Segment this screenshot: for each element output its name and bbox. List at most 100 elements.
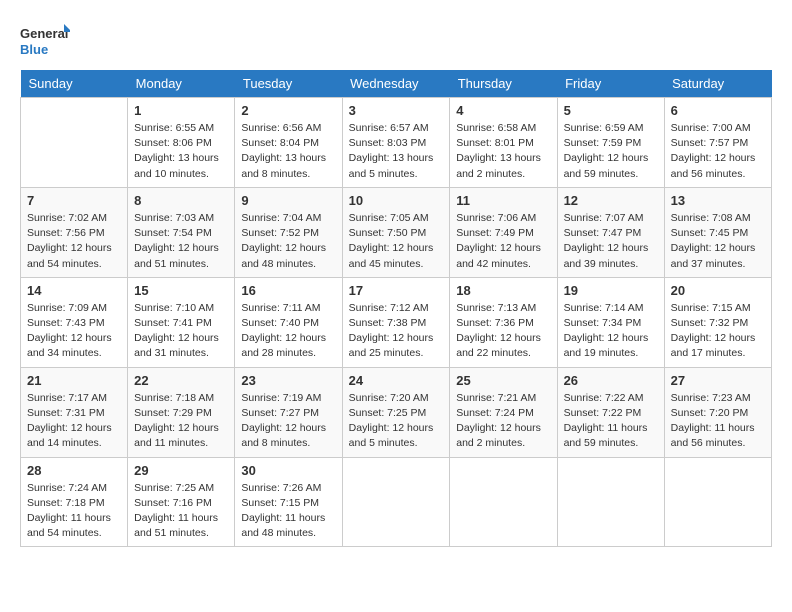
day-cell: 18 Sunrise: 7:13 AMSunset: 7:36 PMDayligh…	[450, 277, 557, 367]
day-info: Sunrise: 7:07 AMSunset: 7:47 PMDaylight:…	[564, 211, 658, 272]
day-cell: 15Sunrise: 7:10 AMSunset: 7:41 PMDayligh…	[128, 277, 235, 367]
col-header-thursday: Thursday	[450, 70, 557, 98]
day-cell	[21, 98, 128, 188]
day-info: Sunrise: 6:59 AMSunset: 7:59 PMDaylight:…	[564, 121, 658, 182]
day-cell: 6 Sunrise: 7:00 AMSunset: 7:57 PMDaylight…	[664, 98, 771, 188]
day-cell: 17Sunrise: 7:12 AMSunset: 7:38 PMDayligh…	[342, 277, 450, 367]
day-number: 12	[564, 193, 658, 208]
svg-text:Blue: Blue	[20, 42, 48, 57]
day-number: 22	[134, 373, 228, 388]
col-header-sunday: Sunday	[21, 70, 128, 98]
week-row-4: 21 Sunrise: 7:17 AMSunset: 7:31 PMDayligh…	[21, 367, 772, 457]
day-cell: 8 Sunrise: 7:03 AMSunset: 7:54 PMDaylight…	[128, 187, 235, 277]
day-info: Sunrise: 7:06 AMSunset: 7:49 PMDaylight:…	[456, 211, 550, 272]
day-info: Sunrise: 7:11 AMSunset: 7:40 PMDaylight:…	[241, 301, 335, 362]
day-info: Sunrise: 7:00 AMSunset: 7:57 PMDaylight:…	[671, 121, 765, 182]
day-number: 19	[564, 283, 658, 298]
day-cell: 7 Sunrise: 7:02 AMSunset: 7:56 PMDaylight…	[21, 187, 128, 277]
day-cell: 4 Sunrise: 6:58 AMSunset: 8:01 PMDaylight…	[450, 98, 557, 188]
day-cell: 20 Sunrise: 7:15 AMSunset: 7:32 PMDayligh…	[664, 277, 771, 367]
day-number: 1	[134, 103, 228, 118]
day-number: 2	[241, 103, 335, 118]
day-number: 14	[27, 283, 121, 298]
day-info: Sunrise: 7:15 AMSunset: 7:32 PMDaylight:…	[671, 301, 765, 362]
day-number: 16	[241, 283, 335, 298]
day-info: Sunrise: 7:09 AMSunset: 7:43 PMDaylight:…	[27, 301, 121, 362]
week-row-1: 1Sunrise: 6:55 AMSunset: 8:06 PMDaylight…	[21, 98, 772, 188]
day-cell: 3 Sunrise: 6:57 AMSunset: 8:03 PMDaylight…	[342, 98, 450, 188]
day-number: 11	[456, 193, 550, 208]
day-number: 3	[349, 103, 444, 118]
day-info: Sunrise: 7:21 AMSunset: 7:24 PMDaylight:…	[456, 391, 550, 452]
day-info: Sunrise: 7:14 AMSunset: 7:34 PMDaylight:…	[564, 301, 658, 362]
day-number: 5	[564, 103, 658, 118]
day-cell: 10Sunrise: 7:05 AMSunset: 7:50 PMDayligh…	[342, 187, 450, 277]
day-number: 17	[349, 283, 444, 298]
day-info: Sunrise: 7:04 AMSunset: 7:52 PMDaylight:…	[241, 211, 335, 272]
day-info: Sunrise: 7:24 AMSunset: 7:18 PMDaylight:…	[27, 481, 121, 542]
day-info: Sunrise: 6:57 AMSunset: 8:03 PMDaylight:…	[349, 121, 444, 182]
day-info: Sunrise: 7:13 AMSunset: 7:36 PMDaylight:…	[456, 301, 550, 362]
col-header-saturday: Saturday	[664, 70, 771, 98]
day-cell: 29 Sunrise: 7:25 AMSunset: 7:16 PMDayligh…	[128, 457, 235, 547]
day-number: 26	[564, 373, 658, 388]
day-info: Sunrise: 7:23 AMSunset: 7:20 PMDaylight:…	[671, 391, 765, 452]
week-row-2: 7 Sunrise: 7:02 AMSunset: 7:56 PMDaylight…	[21, 187, 772, 277]
day-cell: 11 Sunrise: 7:06 AMSunset: 7:49 PMDayligh…	[450, 187, 557, 277]
day-number: 4	[456, 103, 550, 118]
day-number: 13	[671, 193, 765, 208]
day-number: 7	[27, 193, 121, 208]
day-info: Sunrise: 7:03 AMSunset: 7:54 PMDaylight:…	[134, 211, 228, 272]
day-cell	[557, 457, 664, 547]
day-info: Sunrise: 7:02 AMSunset: 7:56 PMDaylight:…	[27, 211, 121, 272]
day-info: Sunrise: 7:05 AMSunset: 7:50 PMDaylight:…	[349, 211, 444, 272]
day-info: Sunrise: 7:25 AMSunset: 7:16 PMDaylight:…	[134, 481, 228, 542]
day-cell: 2 Sunrise: 6:56 AMSunset: 8:04 PMDaylight…	[235, 98, 342, 188]
day-info: Sunrise: 7:22 AMSunset: 7:22 PMDaylight:…	[564, 391, 658, 452]
day-cell: 26 Sunrise: 7:22 AMSunset: 7:22 PMDayligh…	[557, 367, 664, 457]
logo: General Blue	[20, 20, 70, 60]
day-info: Sunrise: 7:19 AMSunset: 7:27 PMDaylight:…	[241, 391, 335, 452]
day-number: 27	[671, 373, 765, 388]
day-info: Sunrise: 7:08 AMSunset: 7:45 PMDaylight:…	[671, 211, 765, 272]
col-header-tuesday: Tuesday	[235, 70, 342, 98]
day-info: Sunrise: 7:18 AMSunset: 7:29 PMDaylight:…	[134, 391, 228, 452]
week-row-5: 28 Sunrise: 7:24 AMSunset: 7:18 PMDayligh…	[21, 457, 772, 547]
day-cell: 12 Sunrise: 7:07 AMSunset: 7:47 PMDayligh…	[557, 187, 664, 277]
calendar-table: SundayMondayTuesdayWednesdayThursdayFrid…	[20, 70, 772, 547]
day-info: Sunrise: 7:26 AMSunset: 7:15 PMDaylight:…	[241, 481, 335, 542]
day-cell: 16 Sunrise: 7:11 AMSunset: 7:40 PMDayligh…	[235, 277, 342, 367]
week-row-3: 14 Sunrise: 7:09 AMSunset: 7:43 PMDayligh…	[21, 277, 772, 367]
day-info: Sunrise: 7:20 AMSunset: 7:25 PMDaylight:…	[349, 391, 444, 452]
col-header-friday: Friday	[557, 70, 664, 98]
day-cell: 28 Sunrise: 7:24 AMSunset: 7:18 PMDayligh…	[21, 457, 128, 547]
svg-text:General: General	[20, 26, 68, 41]
day-number: 9	[241, 193, 335, 208]
day-number: 30	[241, 463, 335, 478]
day-number: 28	[27, 463, 121, 478]
page-header: General Blue	[20, 20, 772, 60]
day-number: 20	[671, 283, 765, 298]
day-cell	[342, 457, 450, 547]
day-cell: 21 Sunrise: 7:17 AMSunset: 7:31 PMDayligh…	[21, 367, 128, 457]
day-cell: 1Sunrise: 6:55 AMSunset: 8:06 PMDaylight…	[128, 98, 235, 188]
day-info: Sunrise: 6:58 AMSunset: 8:01 PMDaylight:…	[456, 121, 550, 182]
day-cell: 22 Sunrise: 7:18 AMSunset: 7:29 PMDayligh…	[128, 367, 235, 457]
day-number: 18	[456, 283, 550, 298]
day-info: Sunrise: 6:56 AMSunset: 8:04 PMDaylight:…	[241, 121, 335, 182]
day-info: Sunrise: 7:10 AMSunset: 7:41 PMDaylight:…	[134, 301, 228, 362]
day-number: 8	[134, 193, 228, 208]
day-info: Sunrise: 7:17 AMSunset: 7:31 PMDaylight:…	[27, 391, 121, 452]
day-cell: 9 Sunrise: 7:04 AMSunset: 7:52 PMDaylight…	[235, 187, 342, 277]
day-number: 6	[671, 103, 765, 118]
day-cell	[450, 457, 557, 547]
day-cell: 13 Sunrise: 7:08 AMSunset: 7:45 PMDayligh…	[664, 187, 771, 277]
day-number: 21	[27, 373, 121, 388]
day-cell: 24 Sunrise: 7:20 AMSunset: 7:25 PMDayligh…	[342, 367, 450, 457]
day-number: 29	[134, 463, 228, 478]
day-cell: 27 Sunrise: 7:23 AMSunset: 7:20 PMDayligh…	[664, 367, 771, 457]
day-number: 24	[349, 373, 444, 388]
day-cell	[664, 457, 771, 547]
logo-svg: General Blue	[20, 20, 70, 60]
day-cell: 19 Sunrise: 7:14 AMSunset: 7:34 PMDayligh…	[557, 277, 664, 367]
